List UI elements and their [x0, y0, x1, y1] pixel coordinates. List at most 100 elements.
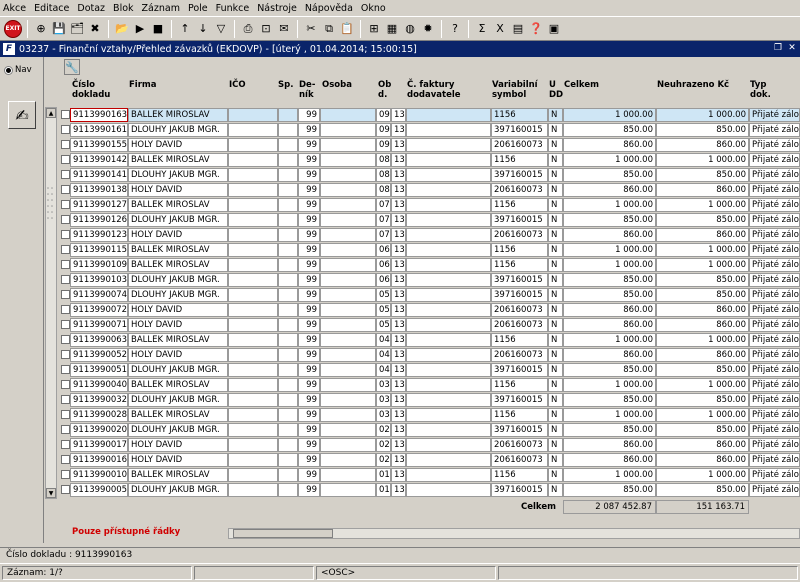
cell-doklad[interactable]: 9113990051: [70, 363, 128, 377]
header-ico[interactable]: IČO: [229, 80, 246, 90]
cell-celk[interactable]: 860.00: [563, 438, 656, 452]
cell-sp[interactable]: [278, 198, 298, 212]
cell-firma[interactable]: DLOUHY JAKUB MGR.: [128, 123, 228, 137]
cell-neuh[interactable]: 1 000.00: [656, 108, 749, 122]
cell-obd[interactable]: 05: [376, 318, 391, 332]
cell-celk[interactable]: 860.00: [563, 348, 656, 362]
header-sp[interactable]: Sp.: [278, 80, 293, 90]
table-row[interactable]: 9113990040 BALLEK MIROSLAV 99 03 13 1156 N 1 00…: [60, 378, 800, 393]
row-checkbox[interactable]: [61, 485, 70, 494]
cell-udd[interactable]: N: [548, 393, 563, 407]
cell-sp[interactable]: [278, 348, 298, 362]
cell-firma[interactable]: HOLY DAVID: [128, 228, 228, 242]
cell-x[interactable]: 13: [391, 468, 406, 482]
table-row[interactable]: 9113990161 DLOUHY JAKUB MGR. 99 09 13 3971600…: [60, 123, 800, 138]
cell-denik[interactable]: 99: [298, 198, 320, 212]
table-row[interactable]: 9113990103 DLOUHY JAKUB MGR. 99 06 13 3971600…: [60, 273, 800, 288]
cell-firma[interactable]: BALLEK MIROSLAV: [128, 333, 228, 347]
cell-denik[interactable]: 99: [298, 303, 320, 317]
cell-udd[interactable]: N: [548, 228, 563, 242]
menu-item-0[interactable]: Akce: [3, 3, 26, 14]
row-checkbox[interactable]: [61, 185, 70, 194]
cell-x[interactable]: 13: [391, 183, 406, 197]
cell-osoba[interactable]: [320, 108, 376, 122]
cell-udd[interactable]: N: [548, 273, 563, 287]
cell-osoba[interactable]: [320, 123, 376, 137]
cell-fakt[interactable]: [406, 153, 491, 167]
cell-x[interactable]: 13: [391, 483, 406, 497]
cell-neuh[interactable]: 860.00: [656, 183, 749, 197]
cell-osoba[interactable]: [320, 303, 376, 317]
menu-item-7[interactable]: Nástroje: [257, 3, 297, 14]
cell-osoba[interactable]: [320, 468, 376, 482]
cell-typ[interactable]: Přijaté zálohy: [749, 288, 800, 302]
cell-doklad[interactable]: 9113990071: [70, 318, 128, 332]
header-denik[interactable]: De- ník: [299, 80, 315, 100]
table-row[interactable]: 9113990142 BALLEK MIROSLAV 99 08 13 1156 N 1 00…: [60, 153, 800, 168]
cell-fakt[interactable]: [406, 483, 491, 497]
cell-udd[interactable]: N: [548, 213, 563, 227]
cell-denik[interactable]: 99: [298, 258, 320, 272]
table-row[interactable]: 9113990141 DLOUHY JAKUB MGR. 99 08 13 3971600…: [60, 168, 800, 183]
cell-sp[interactable]: [278, 168, 298, 182]
cell-obd[interactable]: 09: [376, 123, 391, 137]
cell-osoba[interactable]: [320, 483, 376, 497]
cell-celk[interactable]: 850.00: [563, 123, 656, 137]
cell-osoba[interactable]: [320, 228, 376, 242]
cell-celk[interactable]: 860.00: [563, 318, 656, 332]
cell-udd[interactable]: N: [548, 303, 563, 317]
cell-doklad[interactable]: 9113990161: [70, 123, 128, 137]
cell-neuh[interactable]: 1 000.00: [656, 198, 749, 212]
paste-icon[interactable]: 📋: [339, 21, 355, 37]
cell-typ[interactable]: Přijaté zálohy: [749, 393, 800, 407]
chart-icon[interactable]: ▣: [546, 21, 562, 37]
cell-ico[interactable]: [228, 243, 278, 257]
cell-typ[interactable]: Přijaté zálohy: [749, 213, 800, 227]
cell-denik[interactable]: 99: [298, 453, 320, 467]
cell-fakt[interactable]: [406, 378, 491, 392]
cell-denik[interactable]: 99: [298, 348, 320, 362]
table-row[interactable]: 9113990127 BALLEK MIROSLAV 99 07 13 1156 N 1 00…: [60, 198, 800, 213]
calculator-icon[interactable]: ▦: [384, 21, 400, 37]
cell-ico[interactable]: [228, 318, 278, 332]
row-checkbox[interactable]: [61, 170, 70, 179]
cell-var[interactable]: 206160073: [491, 183, 548, 197]
cell-osoba[interactable]: [320, 168, 376, 182]
cell-fakt[interactable]: [406, 363, 491, 377]
cell-x[interactable]: 13: [391, 333, 406, 347]
cell-x[interactable]: 13: [391, 408, 406, 422]
cell-x[interactable]: 13: [391, 108, 406, 122]
cell-neuh[interactable]: 850.00: [656, 288, 749, 302]
cell-doklad[interactable]: 9113990005: [70, 483, 128, 497]
help-icon[interactable]: ?: [447, 21, 463, 37]
cell-var[interactable]: 397160015: [491, 168, 548, 182]
cell-x[interactable]: 13: [391, 258, 406, 272]
cell-fakt[interactable]: [406, 273, 491, 287]
row-checkbox[interactable]: [61, 380, 70, 389]
cell-firma[interactable]: HOLY DAVID: [128, 138, 228, 152]
cell-fakt[interactable]: [406, 243, 491, 257]
edit-tool-button[interactable]: 🔧: [64, 59, 80, 75]
row-checkbox[interactable]: [61, 230, 70, 239]
table-row[interactable]: 9113990010 BALLEK MIROSLAV 99 01 13 1156 N 1 00…: [60, 468, 800, 483]
cell-osoba[interactable]: [320, 393, 376, 407]
cell-x[interactable]: 13: [391, 273, 406, 287]
cell-udd[interactable]: N: [548, 438, 563, 452]
sort-desc-icon[interactable]: ↓: [195, 21, 211, 37]
cell-typ[interactable]: Přijaté zálohy: [749, 438, 800, 452]
cell-typ[interactable]: Přijaté zálohy: [749, 273, 800, 287]
cell-doklad[interactable]: 9113990109: [70, 258, 128, 272]
header-celkem[interactable]: Celkem: [564, 80, 599, 90]
cell-x[interactable]: 13: [391, 423, 406, 437]
cell-firma[interactable]: HOLY DAVID: [128, 453, 228, 467]
cell-neuh[interactable]: 1 000.00: [656, 258, 749, 272]
scroll-up-icon[interactable]: ▲: [46, 108, 56, 118]
cell-ico[interactable]: [228, 183, 278, 197]
cell-osoba[interactable]: [320, 423, 376, 437]
cell-denik[interactable]: 99: [298, 423, 320, 437]
excel-icon[interactable]: X: [492, 21, 508, 37]
attach-icon[interactable]: ⊞: [366, 21, 382, 37]
cell-udd[interactable]: N: [548, 423, 563, 437]
save-all-icon[interactable]: 🗂: [69, 21, 85, 37]
cell-celk[interactable]: 850.00: [563, 483, 656, 497]
